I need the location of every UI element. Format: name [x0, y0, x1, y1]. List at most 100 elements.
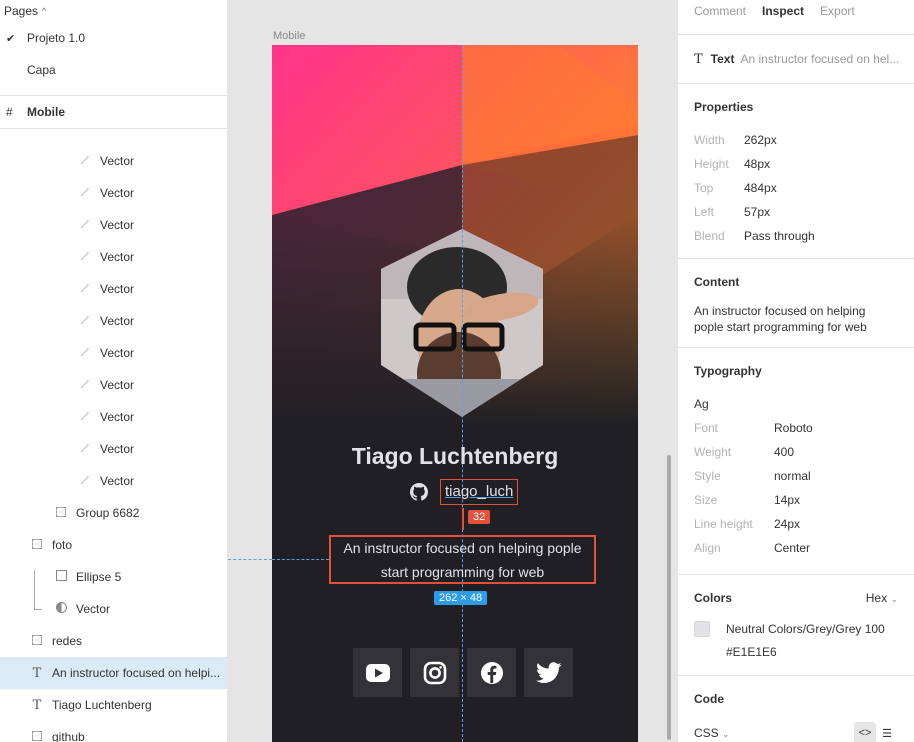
- code-language-label: CSS: [694, 726, 719, 740]
- vector-icon: ⟋: [81, 378, 89, 391]
- typography-section: Typography Ag Font Roboto Weight 400 Style no…: [678, 348, 914, 575]
- youtube-button[interactable]: [353, 648, 402, 697]
- layer-row[interactable]: ⟋ Vector: [0, 177, 227, 209]
- content-text[interactable]: An instructor focused on helping pople s…: [694, 303, 898, 335]
- typography-value[interactable]: 14px: [774, 493, 800, 507]
- layer-row[interactable]: T Tiago Luchtenberg: [0, 689, 227, 721]
- layer-label: Group 6682: [76, 506, 140, 520]
- typography-title: Typography: [694, 364, 762, 378]
- layer-row[interactable]: ⟋ Vector: [0, 401, 227, 433]
- property-key: Height: [694, 157, 729, 171]
- property-value[interactable]: 48px: [744, 157, 770, 171]
- typography-value[interactable]: 24px: [774, 517, 800, 531]
- layer-row[interactable]: ⟋ Vector: [0, 241, 227, 273]
- description-text[interactable]: An instructor focused on helping pople s…: [329, 535, 596, 584]
- color-hex[interactable]: #E1E1E6: [694, 645, 898, 659]
- typography-key: Font: [694, 421, 719, 435]
- layer-row[interactable]: ⟋ Vector: [0, 273, 227, 305]
- color-swatch: [694, 621, 710, 637]
- frame-icon: #: [6, 105, 13, 119]
- layer-label: Vector: [100, 442, 135, 456]
- chevron-down-icon: ⌄: [890, 594, 898, 604]
- typography-row: Line height 24px: [694, 512, 898, 536]
- layer-row[interactable]: github: [0, 721, 227, 742]
- chevron-down-icon: ⌄: [722, 729, 730, 739]
- list-view-icon[interactable]: ☰: [876, 722, 898, 742]
- github-icon: [410, 483, 428, 501]
- typography-value[interactable]: Center: [774, 541, 810, 555]
- property-row: Left 57px: [694, 200, 898, 224]
- tab-inspect[interactable]: Inspect: [762, 4, 804, 18]
- canvas-scrollbar[interactable]: [667, 455, 671, 740]
- tab-export[interactable]: Export: [820, 4, 855, 18]
- code-view-icon[interactable]: <>: [854, 722, 876, 742]
- image-icon: [54, 570, 68, 584]
- property-key: Left: [694, 205, 715, 219]
- github-handle[interactable]: tiago_luch: [440, 479, 519, 505]
- group-icon: [30, 634, 44, 648]
- layer-row[interactable]: ⟋ Vector: [0, 305, 227, 337]
- typography-key: Style: [694, 469, 721, 483]
- code-title: Code: [694, 692, 724, 706]
- selected-layer-header: T Text An instructor focused on hel...: [678, 35, 914, 84]
- instagram-button[interactable]: [410, 648, 459, 697]
- layer-label: Vector: [100, 154, 135, 168]
- typography-value[interactable]: 400: [774, 445, 794, 459]
- group-icon: [30, 730, 44, 742]
- profile-name[interactable]: Tiago Luchtenberg: [272, 443, 638, 470]
- typography-key: Weight: [694, 445, 732, 459]
- typography-row: Font Roboto: [694, 416, 898, 440]
- layer-row[interactable]: foto: [0, 529, 227, 561]
- property-row: Top 484px: [694, 176, 898, 200]
- measure-guide-horizontal: [272, 559, 329, 560]
- panel-tabs: Comment Inspect Export: [678, 0, 914, 22]
- layer-row[interactable]: Group 6682: [0, 497, 227, 529]
- vector-icon: ⟋: [81, 218, 89, 231]
- property-value[interactable]: 262px: [744, 133, 777, 147]
- typography-row: Align Center: [694, 536, 898, 560]
- tab-comment[interactable]: Comment: [694, 4, 746, 18]
- layer-row[interactable]: ⟋ Vector: [0, 209, 227, 241]
- page-item-projeto[interactable]: ✔ Projeto 1.0: [0, 22, 227, 54]
- property-value[interactable]: 484px: [744, 181, 777, 195]
- layer-name: An instructor focused on hel...: [740, 52, 900, 66]
- group-icon: [54, 506, 68, 520]
- layer-label: Vector: [100, 314, 135, 328]
- pages-header[interactable]: Pages ^: [0, 0, 227, 22]
- github-row[interactable]: tiago_luch: [410, 479, 519, 505]
- measure-guide-outside: [228, 559, 272, 560]
- content-title: Content: [694, 275, 740, 289]
- text-layer-icon: T: [694, 51, 703, 67]
- layer-label: Ellipse 5: [76, 570, 122, 584]
- layer-row[interactable]: ⟋ Vector: [0, 433, 227, 465]
- facebook-button[interactable]: [467, 648, 516, 697]
- colors-section: Colors Hex ⌄ Neutral Colors/Grey/Grey 10…: [678, 575, 914, 676]
- spacing-badge: 32: [468, 510, 491, 524]
- code-language-dropdown[interactable]: CSS ⌄: [694, 726, 730, 740]
- typography-key: Line height: [694, 517, 753, 531]
- layer-row[interactable]: ⟋ Vector: [0, 337, 227, 369]
- chevron-up-icon[interactable]: ^: [42, 6, 46, 16]
- typography-value[interactable]: Roboto: [774, 421, 813, 435]
- layer-row[interactable]: T An instructor focused on helpi...: [0, 657, 227, 689]
- frame-label: Mobile: [27, 105, 65, 119]
- color-swatch-row[interactable]: Neutral Colors/Grey/Grey 100: [694, 621, 898, 637]
- layers-panel: Pages ^ ✔ Projeto 1.0 Capa # Mobile ⟋ Vec…: [0, 0, 228, 742]
- properties-section: Properties Width 262px Height 48px Top 484px L…: [678, 84, 914, 259]
- typography-value[interactable]: normal: [774, 469, 811, 483]
- mobile-frame[interactable]: Tiago Luchtenberg tiago_luch 32 An instr…: [272, 45, 638, 742]
- layer-frame-mobile[interactable]: # Mobile: [0, 96, 227, 128]
- property-value[interactable]: 57px: [744, 205, 770, 219]
- page-item-capa[interactable]: Capa: [0, 54, 227, 86]
- vector-icon: ⟋: [81, 314, 89, 327]
- layer-row[interactable]: redes: [0, 625, 227, 657]
- color-format-dropdown[interactable]: Hex ⌄: [866, 591, 898, 605]
- layer-row[interactable]: ⟋ Vector: [0, 369, 227, 401]
- layer-row[interactable]: ⟋ Vector: [0, 465, 227, 497]
- frame-title[interactable]: Mobile: [273, 30, 305, 42]
- twitter-button[interactable]: [524, 648, 573, 697]
- property-value[interactable]: Pass through: [744, 229, 815, 243]
- design-canvas[interactable]: Mobile Tiago Luchtenberg tiago_luch 32 A…: [228, 0, 677, 742]
- tree-connector: [34, 570, 42, 610]
- layer-row[interactable]: ⟋ Vector: [0, 145, 227, 177]
